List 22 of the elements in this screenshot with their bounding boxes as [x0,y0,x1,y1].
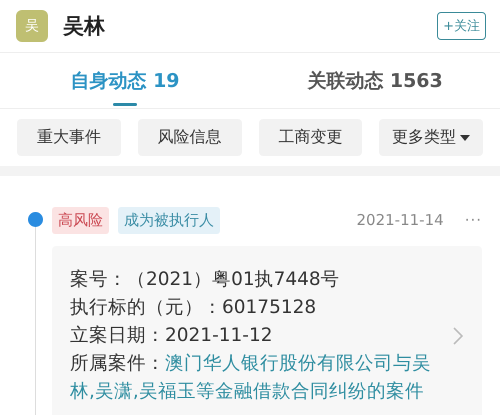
tag: 高风险 [52,206,109,234]
follow-button[interactable]: +关注 [437,12,486,40]
more-button[interactable]: ··· [464,211,482,229]
filter-chip[interactable]: 工商变更 [258,119,362,156]
field-value: 60175128 [222,297,316,318]
tag: 成为被执行人 [118,206,220,234]
case-field: 所属案件：澳门华人银行股份有限公司与吴林,吴潇,吴福玉等金融借款合同纠纷的案件 [70,350,445,406]
field-label: 立案日期： [70,325,165,346]
tab[interactable]: 关联动态 1563 [250,53,500,108]
person-name: 吴林 [63,13,106,40]
filter-chip[interactable]: 风险信息 [138,119,242,156]
event-card[interactable]: 案号：（2021）粤01执7448号 执行标的（元）：60175128 立案日期：2021-11-12 所属案件：澳门华人银行股份有限公司与吴林,吴潇,吴福玉等金融借款合同纠纷的案件 [52,246,482,415]
filter-chip[interactable]: 重大事件 [17,119,121,156]
field-value: 2021-11-12 [165,325,273,346]
field-label: 执行标的（元）： [70,297,222,318]
event-date: 2021-11-14 [356,211,444,229]
avatar: 吴 [16,10,48,42]
chevron-right-icon [453,327,463,345]
field-label: 案号： [70,269,127,290]
filter-chip[interactable]: 更多类型 [379,119,483,156]
field-value: （2021）粤01执7448号 [127,269,340,290]
timeline-dot [28,212,42,227]
